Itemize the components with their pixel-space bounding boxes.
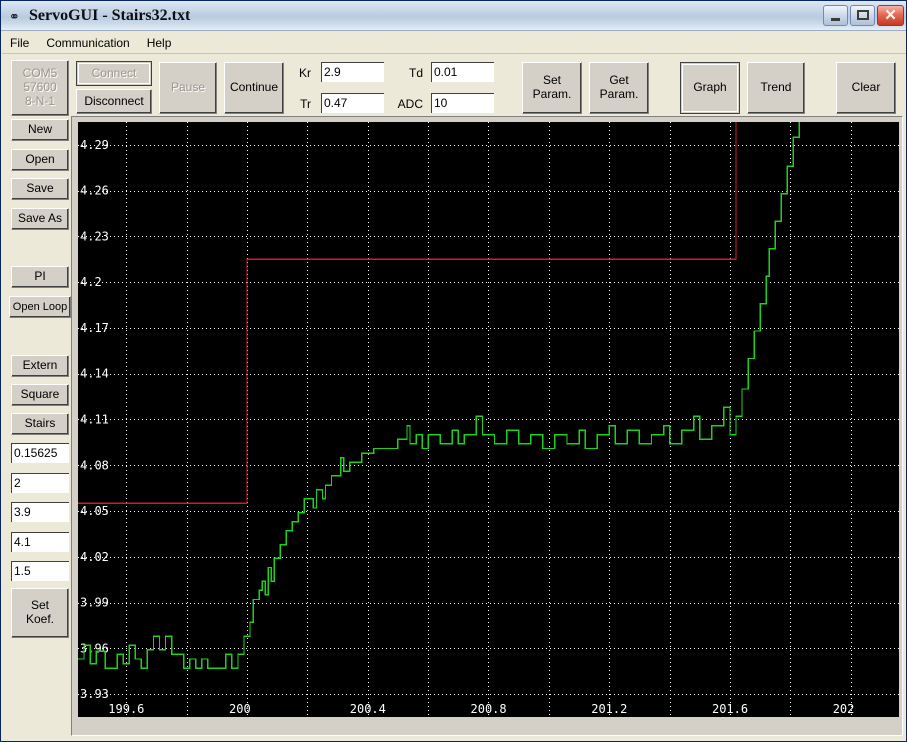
y-axis-tick-label: 4.23 xyxy=(80,229,109,243)
x-axis-tick-label: 200.4 xyxy=(350,702,386,716)
port-line-3: 8-N-1 xyxy=(24,93,55,108)
y-axis-tick-label: 3.99 xyxy=(80,596,109,610)
kr-label: Kr xyxy=(299,66,311,80)
stairs-button[interactable]: Stairs xyxy=(11,413,69,435)
open-loop-button[interactable]: Open Loop xyxy=(9,296,71,318)
adc-field[interactable]: 10 xyxy=(431,93,494,113)
td-label: Td xyxy=(408,66,423,80)
koef-field-4[interactable]: 4.1 xyxy=(11,532,69,552)
y-axis-tick-label: 4.02 xyxy=(80,550,109,564)
menu-item-help[interactable]: Help xyxy=(147,34,181,52)
y-axis-tick-label: 4.11 xyxy=(80,413,109,427)
set-param-line-1: Set xyxy=(542,73,561,88)
pi-mode-button[interactable]: PI xyxy=(11,266,69,288)
open-button[interactable]: Open xyxy=(11,149,69,171)
tr-field[interactable]: 0.47 xyxy=(321,93,384,113)
set-param-line-2: Param. xyxy=(532,87,572,101)
minimize-button[interactable] xyxy=(823,5,848,26)
y-axis-tick-label: 3.93 xyxy=(80,687,109,701)
set-koef-line-2: Koef. xyxy=(25,612,55,626)
get-param-line-1: Get xyxy=(609,73,629,88)
new-button[interactable]: New xyxy=(11,119,69,141)
clear-button[interactable]: Clear xyxy=(836,62,896,114)
set-koef-button[interactable]: Set Koef. xyxy=(11,588,69,638)
graph-button[interactable]: Graph xyxy=(680,62,740,114)
close-button[interactable]: ✕ xyxy=(877,5,904,26)
kr-field[interactable]: 2.9 xyxy=(321,62,384,82)
y-axis-tick-label: 4.17 xyxy=(80,321,109,335)
x-axis-tick-label: 202 xyxy=(833,702,855,716)
port-line-1: COM5 xyxy=(22,66,58,81)
x-axis-tick-label: 201.2 xyxy=(591,702,627,716)
tr-label: Tr xyxy=(300,97,311,111)
port-info-button: COM5 57600 8-N-1 xyxy=(11,60,69,116)
adc-label: ADC xyxy=(397,97,423,111)
get-param-line-2: Param. xyxy=(599,87,639,101)
port-line-2: 57600 xyxy=(23,80,57,95)
disconnect-button[interactable]: Disconnect xyxy=(76,89,152,114)
plot-frame: 4.29 4.26 4.23 4.2 4.17 4.14 4.11 4.08 4.05 4.02 3… xyxy=(71,116,903,736)
series-setpoint xyxy=(78,122,737,505)
y-axis-tick-label: 4.05 xyxy=(80,504,109,518)
save-button[interactable]: Save xyxy=(11,178,69,200)
y-axis-tick-label: 4.14 xyxy=(80,367,109,381)
extern-button[interactable]: Extern xyxy=(11,355,69,377)
td-field[interactable]: 0.01 xyxy=(431,62,494,82)
koef-field-1[interactable]: 0.15625 xyxy=(11,443,69,463)
menu-item-communication[interactable]: Communication xyxy=(46,34,138,52)
menu-bar: File Communication Help xyxy=(2,32,906,54)
title-bar: ⚭ ServoGUI - Stairs32.txt ✕ xyxy=(1,1,906,31)
x-axis-tick-label: 201.6 xyxy=(712,702,748,716)
get-param-button[interactable]: Get Param. xyxy=(589,62,649,114)
save-as-button[interactable]: Save As xyxy=(11,208,69,230)
koef-field-5[interactable]: 1.5 xyxy=(11,561,69,581)
y-axis-tick-label: 4.08 xyxy=(80,458,109,472)
connect-button: Connect xyxy=(76,61,152,86)
continue-button[interactable]: Continue xyxy=(224,62,284,114)
koef-field-3[interactable]: 3.9 xyxy=(11,502,69,522)
x-axis-tick-label: 199.6 xyxy=(108,702,144,716)
app-icon: ⚭ xyxy=(9,9,20,25)
koef-field-2[interactable]: 2 xyxy=(11,473,69,493)
trend-button[interactable]: Trend xyxy=(747,62,805,114)
x-axis-tick-label: 200.8 xyxy=(471,702,507,716)
minimize-icon xyxy=(831,18,840,21)
series-measured xyxy=(78,122,801,669)
servogui-window: ⚭ ServoGUI - Stairs32.txt ✕ File Communi… xyxy=(0,0,907,742)
set-param-button[interactable]: Set Param. xyxy=(522,62,582,114)
square-button[interactable]: Square xyxy=(11,384,69,406)
pause-button: Pause xyxy=(159,62,217,114)
x-axis-tick-label: 200 xyxy=(229,702,251,716)
y-axis-tick-label: 4.26 xyxy=(80,184,109,198)
chart-svg: 4.29 4.26 4.23 4.2 4.17 4.14 4.11 4.08 4.05 4.02 3… xyxy=(78,122,899,717)
y-axis-tick-label: 4.29 xyxy=(80,138,109,152)
menu-item-file[interactable]: File xyxy=(10,34,38,52)
window-title: ServoGUI - Stairs32.txt xyxy=(29,6,191,24)
set-koef-line-1: Set xyxy=(30,598,49,613)
y-axis-tick-label: 4.2 xyxy=(80,275,102,289)
maximize-icon xyxy=(857,10,869,20)
close-icon: ✕ xyxy=(884,7,897,24)
plot-area[interactable]: 4.29 4.26 4.23 4.2 4.17 4.14 4.11 4.08 4.05 4.02 3… xyxy=(78,122,899,717)
maximize-button[interactable] xyxy=(850,5,875,26)
window-controls: ✕ xyxy=(823,5,904,26)
